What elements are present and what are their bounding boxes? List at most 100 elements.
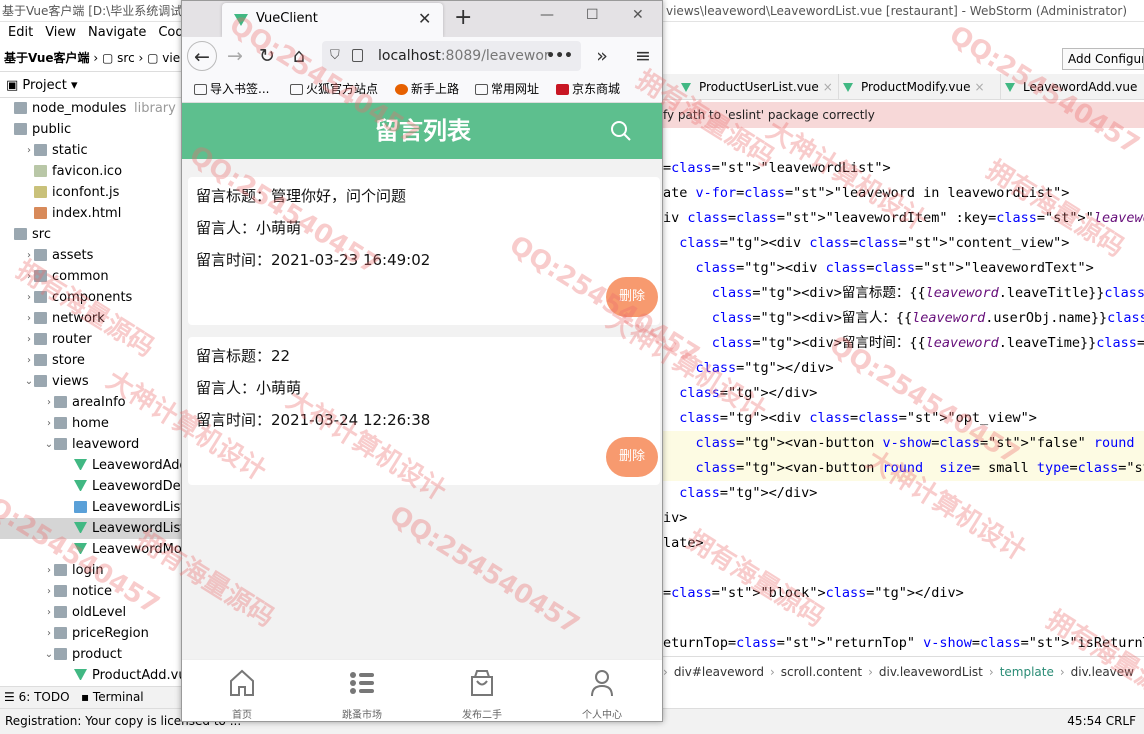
chevron-down-icon[interactable]: ⌄ (44, 434, 54, 455)
code-line[interactable]: =class="st">"leavewordList"> (663, 156, 891, 181)
tree-item[interactable]: LeavewordList.css (0, 497, 185, 518)
code-line[interactable]: class="tg"></div> (663, 356, 834, 381)
reload-icon[interactable]: ↻ (252, 41, 282, 71)
tree-item[interactable]: › common (0, 266, 185, 287)
editor-crumb[interactable]: scroll.content (781, 665, 862, 679)
leaveword-item[interactable]: 留言标题：管理你好，问个问题 留言人：小萌萌 留言时间：2021-03-23 1… (188, 177, 660, 325)
leaveword-item[interactable]: 留言标题：22 留言人：小萌萌 留言时间：2021-03-24 12:26:38… (188, 337, 660, 485)
home-icon[interactable]: ⌂ (284, 41, 314, 71)
crumb-src[interactable]: src (117, 51, 135, 65)
tree-item[interactable]: ProductAdd.vue (0, 665, 185, 686)
status-cursor-position[interactable]: 45:54 CRLF (1067, 711, 1136, 731)
code-line[interactable]: =class="st">"block">class="tg"></div> (663, 581, 964, 606)
code-line[interactable]: late> (663, 531, 704, 556)
menu-navigate[interactable]: Navigate (88, 25, 146, 40)
tab-home[interactable]: 首页 (182, 660, 302, 721)
code-editor[interactable]: =class="st">"leavewordList"> ate v-for=cl… (663, 156, 1144, 656)
tree-item[interactable]: ⌄ views (0, 371, 185, 392)
url-text[interactable]: localhost:8089/leavewor (378, 41, 550, 71)
editor-crumb[interactable]: div#leaveword (674, 665, 764, 679)
tab-flea-market[interactable]: 跳蚤市场 (302, 660, 422, 721)
tree-item[interactable]: › oldLevel (0, 602, 185, 623)
chevron-right-icon[interactable]: › (24, 350, 34, 371)
tree-item[interactable]: iconfont.js (0, 182, 185, 203)
chevron-right-icon[interactable]: › (24, 287, 34, 308)
editor-tab[interactable]: LeavewordAdd.vue (1001, 74, 1144, 99)
tree-item[interactable]: LeavewordAdd.vue (0, 455, 185, 476)
bookmark-getting-started[interactable]: 新手上路 (395, 75, 459, 102)
tree-item[interactable]: › notice (0, 581, 185, 602)
tree-item[interactable]: › components (0, 287, 185, 308)
tree-item[interactable]: › priceRegion (0, 623, 185, 644)
tree-item[interactable]: › login (0, 560, 185, 581)
tree-item[interactable]: › network (0, 308, 185, 329)
overflow-chevron-icon[interactable]: » (587, 41, 617, 71)
close-icon[interactable]: × (823, 80, 833, 94)
code-line[interactable]: class="tg"><van-button round size= small… (663, 456, 1144, 481)
chevron-right-icon[interactable]: › (44, 560, 54, 581)
delete-button[interactable]: 删除 (606, 437, 658, 477)
chevron-right-icon[interactable]: › (44, 602, 54, 623)
todo-tool[interactable]: 6: TODO (19, 690, 70, 704)
tab-profile[interactable]: 个人中心 (542, 660, 662, 721)
tree-item[interactable]: ⌄ leaveword (0, 434, 185, 455)
tree-item[interactable]: › static (0, 140, 185, 161)
code-line[interactable]: class="tg"><div>留言人：{{leaveword.userObj.… (663, 306, 1144, 331)
back-icon[interactable]: ← (187, 41, 217, 71)
chevron-down-icon[interactable]: ⌄ (24, 371, 34, 392)
code-line[interactable]: class="tg"><div>留言标题：{{leaveword.leaveTi… (663, 281, 1144, 306)
editor-crumb[interactable]: div.leavew (1071, 665, 1134, 679)
tree-item[interactable]: › areaInfo (0, 392, 185, 413)
add-configuration-button[interactable]: Add Configur (1062, 48, 1144, 70)
chevron-right-icon[interactable]: › (44, 413, 54, 434)
close-icon[interactable]: × (975, 80, 985, 94)
tree-item[interactable]: › store (0, 350, 185, 371)
browser-tab[interactable]: VueClient ✕ (222, 3, 443, 37)
chevron-right-icon[interactable]: › (44, 392, 54, 413)
search-icon[interactable] (610, 120, 632, 142)
bookmark-common-sites[interactable]: 常用网址 (475, 75, 539, 102)
chevron-right-icon[interactable]: › (24, 329, 34, 350)
code-line[interactable]: class="tg"><div class=class="st">"conten… (663, 231, 1069, 256)
tab-publish[interactable]: 发布二手 (422, 660, 542, 721)
chevron-right-icon[interactable]: › (24, 266, 34, 287)
editor-crumb[interactable]: template (1000, 665, 1054, 679)
editor-tab[interactable]: ProductUserList.vue × (677, 74, 839, 99)
chevron-right-icon[interactable]: › (24, 245, 34, 266)
code-line[interactable]: ate v-for=class="st">"leaveword in leave… (663, 181, 1069, 206)
code-line[interactable]: class="tg"><van-button v-show=class="st"… (663, 431, 1144, 456)
code-line[interactable]: class="tg"></div> (663, 381, 817, 406)
editor-tab[interactable]: ProductModify.vue × (839, 74, 1001, 99)
menu-view[interactable]: View (45, 25, 76, 40)
chevron-right-icon[interactable]: › (44, 581, 54, 602)
code-line[interactable]: iv class=class="st">"leavewordItem" :key… (663, 206, 1144, 231)
bookmark-jd[interactable]: 京东商城 (556, 75, 620, 102)
menu-edit[interactable]: Edit (8, 25, 33, 40)
tree-item[interactable]: › router (0, 329, 185, 350)
page-actions-icon[interactable]: ••• (546, 41, 573, 71)
crumb-project[interactable]: 基于Vue客户端 (4, 51, 90, 65)
code-line[interactable]: class="tg"><div class=class="st">"leavew… (663, 256, 1094, 281)
tree-item[interactable]: src (0, 224, 185, 245)
maximize-icon[interactable]: ☐ (586, 7, 599, 23)
code-line[interactable]: class="tg"><div>留言时间：{{leaveword.leaveTi… (663, 331, 1144, 356)
project-panel-header[interactable]: ▣ Project ▾ (0, 74, 185, 98)
bookmark-firefox-site[interactable]: 火狐官方站点 (290, 75, 378, 102)
chevron-down-icon[interactable]: ⌄ (44, 644, 54, 665)
delete-button[interactable]: 删除 (606, 277, 658, 317)
close-tab-icon[interactable]: ✕ (418, 9, 431, 28)
chevron-right-icon[interactable]: › (44, 623, 54, 644)
crumb-views[interactable]: vie (162, 51, 180, 65)
close-window-icon[interactable]: ✕ (632, 7, 644, 23)
tree-item[interactable]: › assets (0, 245, 185, 266)
minimize-icon[interactable]: — (540, 7, 554, 23)
tree-item[interactable]: node_modules library root (0, 98, 185, 119)
tree-item[interactable]: LeavewordModify.vue (0, 539, 185, 560)
chevron-right-icon[interactable]: › (24, 140, 34, 161)
tree-item[interactable]: public (0, 119, 185, 140)
tree-item[interactable]: LeavewordDetail.vue (0, 476, 185, 497)
tree-item[interactable]: ⌄ product (0, 644, 185, 665)
code-line[interactable]: iv> (663, 506, 687, 531)
tree-item[interactable]: › home (0, 413, 185, 434)
address-bar[interactable]: ⛉ localhost:8089/leavewor ••• (322, 41, 581, 71)
